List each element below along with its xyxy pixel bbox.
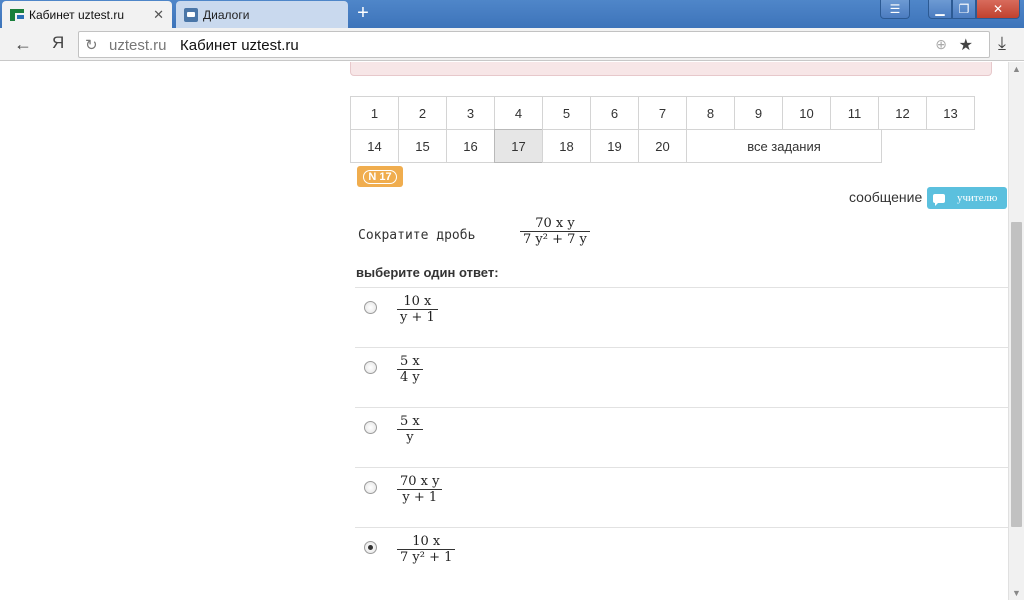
question-nav-row: 14 15 16 17 18 19 20 все задания	[350, 129, 975, 163]
question-prompt: Сократите дробь	[358, 228, 476, 243]
message-label: сообщение	[849, 189, 923, 205]
question-link-5[interactable]: 5	[542, 96, 591, 130]
globe-icon[interactable]: ⊕	[935, 36, 947, 53]
choose-label: выберите один ответ:	[356, 265, 499, 280]
page-content: 1 2 3 4 5 6 7 8 9 10 11 12 13 14 15 16 17 18 19 20 все зада…	[0, 62, 1008, 600]
question-link-10[interactable]: 10	[782, 96, 831, 130]
answer-fraction: 70 x yy + 1	[397, 474, 443, 505]
question-link-4[interactable]: 4	[494, 96, 543, 130]
tab-dialogs[interactable]: Диалоги	[176, 1, 348, 28]
answer-denominator: y + 1	[402, 490, 438, 505]
answer-denominator: 4 y	[400, 370, 420, 385]
question-link-11[interactable]: 11	[830, 96, 879, 130]
answer-radio[interactable]	[364, 421, 377, 434]
answer-numerator: 5 x	[400, 354, 420, 369]
answer-radio[interactable]	[364, 541, 377, 554]
minimize-icon[interactable]: ▁	[928, 0, 952, 19]
window-close-icon[interactable]: ✕	[976, 0, 1020, 19]
answer-option[interactable]: 10 xy + 1	[355, 287, 1008, 347]
dialog-icon	[184, 7, 198, 22]
star-icon[interactable]: ★	[959, 35, 973, 55]
question-link-6[interactable]: 6	[590, 96, 639, 130]
answer-list: 10 xy + 15 x4 y5 x y 70 x yy + 1 10 x7 y² +…	[355, 287, 1008, 587]
scroll-up-icon[interactable]: ▲	[1012, 64, 1021, 74]
fraction-numerator: 70 x y	[535, 216, 575, 231]
question-link-16[interactable]: 16	[446, 129, 495, 163]
question-link-17[interactable]: 17	[494, 129, 543, 163]
alert-box	[350, 62, 992, 76]
answer-numerator: 5 x	[400, 414, 420, 429]
answer-radio[interactable]	[364, 361, 377, 374]
tab-title: Диалоги	[203, 7, 250, 22]
yandex-button[interactable]: Я	[52, 33, 64, 53]
message-teacher-button[interactable]: учителю	[927, 187, 1007, 209]
question-navigator: 1 2 3 4 5 6 7 8 9 10 11 12 13 14 15 16 17 18 19 20 все зада…	[350, 96, 975, 163]
answer-numerator: 70 x y	[400, 474, 440, 489]
plus-icon[interactable]: +	[352, 3, 374, 25]
scrollbar-thumb[interactable]	[1011, 222, 1022, 527]
answer-option[interactable]: 70 x yy + 1	[355, 467, 1008, 527]
all-tasks-link[interactable]: все задания	[686, 129, 882, 163]
message-button-label: учителю	[957, 192, 998, 204]
vertical-scrollbar[interactable]: ▲ ▼	[1008, 62, 1024, 600]
back-arrow-icon[interactable]: ←	[14, 34, 32, 55]
browser-toolbar: ← Я ↻ uztest.ru Кабинет uztest.ru ⊕ ★ ⤓	[0, 28, 1024, 61]
answer-option[interactable]: 10 x7 y² + 1	[355, 527, 1008, 587]
badge-label: N 17	[363, 169, 397, 184]
question-link-12[interactable]: 12	[878, 96, 927, 130]
answer-numerator: 10 x	[403, 294, 432, 309]
url-domain: uztest.ru	[109, 37, 167, 54]
reload-icon[interactable]: ↻	[85, 36, 98, 54]
download-icon[interactable]: ⤓	[998, 33, 1006, 54]
answer-option[interactable]: 5 x4 y	[355, 347, 1008, 407]
answer-radio[interactable]	[364, 301, 377, 314]
answer-radio[interactable]	[364, 481, 377, 494]
answer-denominator: 7 y² + 1	[400, 550, 453, 565]
answer-denominator: y + 1	[400, 310, 435, 325]
menu-icon[interactable]: ☰	[880, 0, 910, 19]
answer-fraction: 10 x7 y² + 1	[397, 534, 456, 565]
question-link-8[interactable]: 8	[686, 96, 735, 130]
question-link-18[interactable]: 18	[542, 129, 591, 163]
question-link-3[interactable]: 3	[446, 96, 495, 130]
tab-cabinet[interactable]: Кабинет uztest.ru ✕	[2, 1, 172, 28]
tab-title: Кабинет uztest.ru	[29, 7, 124, 22]
scroll-down-icon[interactable]: ▼	[1012, 588, 1021, 598]
question-link-13[interactable]: 13	[926, 96, 975, 130]
chat-bubble-icon	[933, 193, 945, 206]
address-bar[interactable]: ↻ uztest.ru Кабинет uztest.ru ⊕ ★	[78, 31, 990, 58]
question-link-9[interactable]: 9	[734, 96, 783, 130]
question-link-20[interactable]: 20	[638, 129, 687, 163]
question-link-7[interactable]: 7	[638, 96, 687, 130]
question-nav-row: 1 2 3 4 5 6 7 8 9 10 11 12 13	[350, 96, 975, 130]
answer-fraction: 5 xy	[397, 414, 423, 445]
answer-numerator: 10 x	[412, 534, 441, 549]
answer-denominator: y	[406, 430, 414, 445]
question-link-15[interactable]: 15	[398, 129, 447, 163]
answer-fraction: 10 xy + 1	[397, 294, 438, 325]
question-link-2[interactable]: 2	[398, 96, 447, 130]
close-icon[interactable]: ✕	[153, 7, 164, 23]
favicon-uztest-icon	[10, 8, 24, 21]
tab-strip: Кабинет uztest.ru ✕ Диалоги + ☰ ▁ ❐ ✕	[0, 0, 1024, 28]
question-number-badge: N 17	[357, 166, 403, 187]
question-link-1[interactable]: 1	[350, 96, 399, 130]
question-link-14[interactable]: 14	[350, 129, 399, 163]
question-link-19[interactable]: 19	[590, 129, 639, 163]
answer-option[interactable]: 5 xy	[355, 407, 1008, 467]
question-fraction: 70 x y 7 y² + 7 y	[520, 216, 590, 247]
url-page-title: Кабинет uztest.ru	[180, 37, 299, 54]
answer-fraction: 5 x4 y	[397, 354, 423, 385]
maximize-icon[interactable]: ❐	[952, 0, 976, 19]
fraction-denominator: 7 y² + 7 y	[523, 232, 587, 247]
